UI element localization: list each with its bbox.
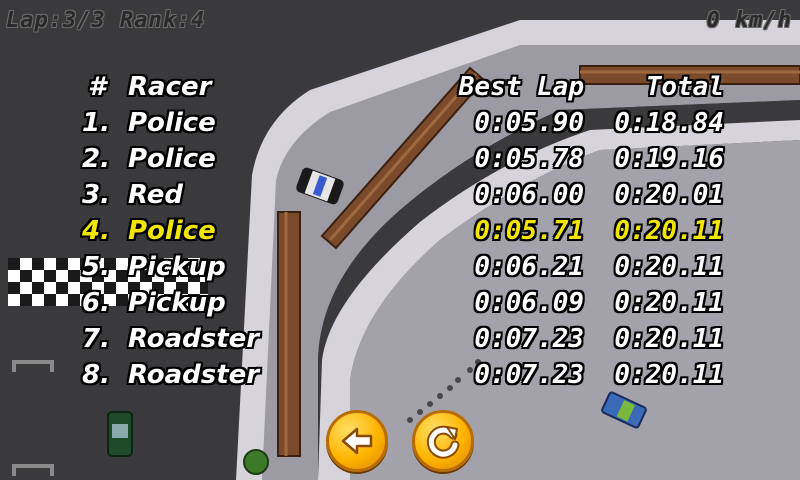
row-total-time: 0:20.11 [614,324,724,354]
row-racer-name: Pickup [128,252,226,282]
row-best-lap: 0:05.71 [474,216,584,246]
row-best-lap: 0:06.21 [474,252,584,282]
row-racer-name: Police [128,144,216,174]
header-number: # [87,72,106,102]
green-car [107,411,133,457]
back-button[interactable] [326,410,388,472]
row-total-time: 0:19.16 [614,144,724,174]
row-rank: 7. [82,324,110,354]
row-rank: 2. [82,144,110,174]
row-best-lap: 0:05.90 [474,108,584,138]
row-rank: 8. [82,360,110,390]
row-best-lap: 0:06.00 [474,180,584,210]
row-best-lap: 0:07.23 [474,324,584,354]
row-best-lap: 0:07.23 [474,360,584,390]
row-total-time: 0:20.11 [614,252,724,282]
row-best-lap: 0:06.09 [474,288,584,318]
row-rank: 3. [82,180,110,210]
row-racer-name: Roadster [128,324,260,354]
row-total-time: 0:20.11 [614,360,724,390]
restart-button[interactable] [412,410,474,472]
row-total-time: 0:18.84 [614,108,724,138]
row-rank: 1. [82,108,110,138]
row-rank: 6. [82,288,110,318]
restart-icon [426,425,460,459]
header-racer: Racer [128,72,212,102]
arrow-left-icon [341,427,373,455]
header-total: Total [645,72,724,102]
header-best-lap: Best Lap [458,72,584,102]
row-racer-name: Pickup [128,288,226,318]
row-best-lap: 0:05.78 [474,144,584,174]
row-total-time: 0:20.11 [614,216,724,246]
row-racer-name: Red [128,180,183,210]
row-racer-name: Roadster [128,360,260,390]
row-rank: 4. [82,216,110,246]
row-total-time: 0:20.11 [614,288,724,318]
row-racer-name: Police [128,216,216,246]
speed-indicator: 0 km/h [706,8,792,33]
lap-rank-indicator: Lap:3/3 Rank:4 [6,8,206,33]
log-barrier-vertical [277,211,301,457]
row-racer-name: Police [128,108,216,138]
row-rank: 5. [82,252,110,282]
bush [243,449,269,475]
row-total-time: 0:20.01 [614,180,724,210]
